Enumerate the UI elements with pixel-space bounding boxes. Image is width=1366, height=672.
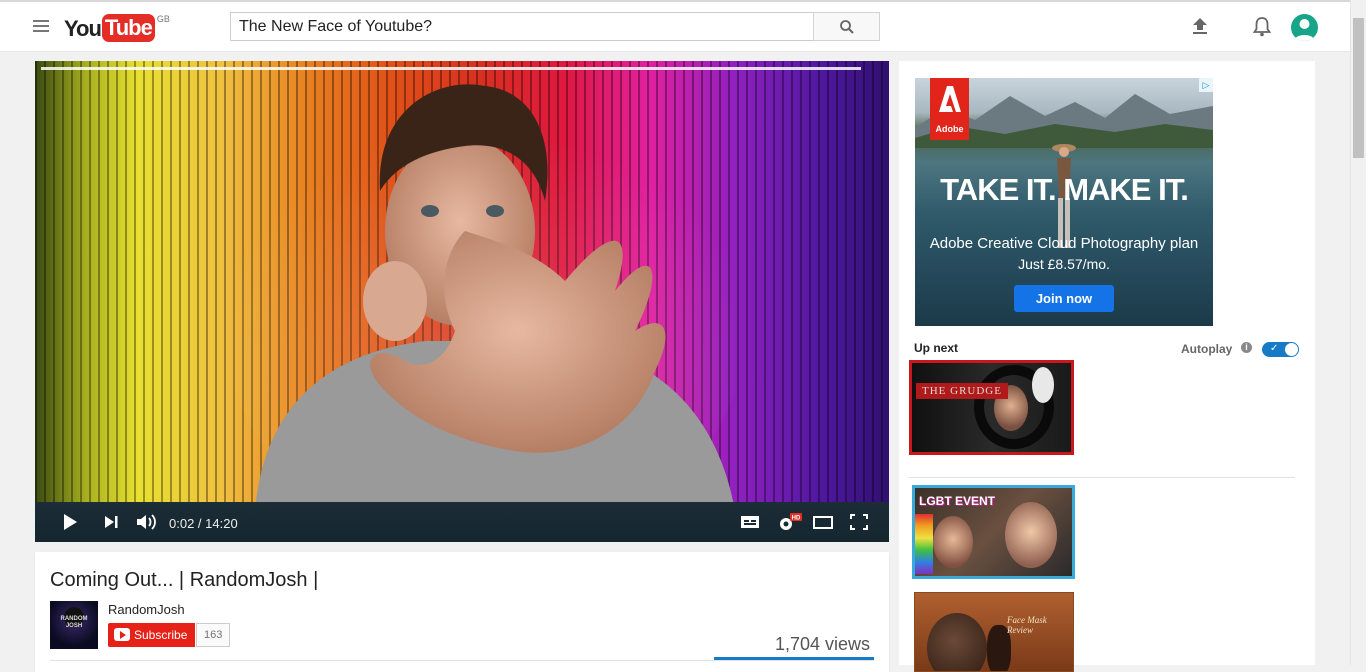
- autoplay-toggle[interactable]: ✓: [1262, 342, 1299, 357]
- video-person-image: [235, 84, 735, 511]
- search-button[interactable]: [813, 12, 880, 41]
- join-now-button[interactable]: Join now: [1014, 285, 1114, 312]
- youtube-mini-icon: [114, 628, 130, 641]
- theater-icon[interactable]: [812, 513, 834, 531]
- menu-icon[interactable]: [33, 20, 49, 32]
- player-controls: [35, 502, 889, 542]
- avatar-person-icon: [1294, 19, 1315, 41]
- adchoices-icon[interactable]: ▷: [1199, 78, 1213, 92]
- related-thumbnail[interactable]: Face Mask Review: [914, 592, 1074, 672]
- avatar[interactable]: [1291, 14, 1318, 41]
- channel-avatar-text: RANDOM JOSH: [60, 616, 88, 629]
- volume-icon[interactable]: [136, 513, 158, 531]
- info-divider: [50, 660, 874, 661]
- logo-you-text: You: [64, 16, 102, 41]
- next-icon[interactable]: [103, 513, 119, 531]
- scrollbar-thumb[interactable]: [1353, 18, 1364, 158]
- bell-icon[interactable]: [1252, 16, 1272, 38]
- autoplay-label: Autoplay: [1181, 342, 1233, 356]
- video-info-card: Coming Out... | RandomJosh | RANDOM JOSH…: [35, 552, 889, 672]
- upload-icon[interactable]: [1190, 16, 1210, 36]
- check-icon: ✓: [1270, 343, 1279, 354]
- captions-icon[interactable]: [740, 513, 760, 531]
- toggle-knob: [1285, 343, 1298, 356]
- adobe-brand-label: Adobe: [935, 124, 964, 134]
- thumbnail-tag: Face Mask Review: [1007, 615, 1047, 635]
- channel-name[interactable]: RandomJosh: [108, 602, 185, 617]
- ad-price: Just £8.57/mo.: [1018, 256, 1110, 272]
- ad-headline: TAKE IT. MAKE IT.: [940, 172, 1189, 207]
- ad-subline: Adobe Creative Cloud Photography plan: [929, 235, 1199, 252]
- subscribe-label: Subscribe: [134, 628, 188, 642]
- youtube-logo[interactable]: You Tube GB: [64, 14, 170, 44]
- sidebar: Adobe ▷ TAKE IT. MAKE IT. Adobe Creative…: [899, 61, 1315, 672]
- sidebar-divider: [909, 477, 1295, 478]
- logo-tube-text: Tube: [101, 14, 155, 42]
- related-thumbnail[interactable]: LGBT EVENT: [912, 485, 1075, 579]
- time-display: 0:02 / 14:20: [169, 516, 238, 531]
- page-scrollbar[interactable]: [1350, 0, 1366, 665]
- top-bar: You Tube GB: [0, 0, 1350, 52]
- region-label: GB: [156, 14, 170, 24]
- up-next-label: Up next: [914, 341, 959, 355]
- info-icon[interactable]: i: [1241, 342, 1252, 353]
- adobe-logo: Adobe: [930, 78, 969, 140]
- up-next-thumbnail[interactable]: THE GRUDGE: [909, 360, 1074, 455]
- channel-avatar[interactable]: RANDOM JOSH: [50, 601, 98, 649]
- view-count: 1,704 views: [775, 634, 871, 654]
- video-frame[interactable]: [35, 61, 889, 511]
- video-title: Coming Out... | RandomJosh |: [50, 569, 319, 591]
- play-icon[interactable]: [62, 513, 78, 531]
- search-icon: [840, 20, 854, 34]
- loading-bar: [41, 67, 861, 70]
- search-input[interactable]: [230, 12, 814, 41]
- hd-badge: HD: [792, 516, 801, 522]
- fullscreen-icon[interactable]: [849, 513, 869, 531]
- subscriber-count: 163: [196, 623, 231, 647]
- video-player[interactable]: 0:02 / 14:20 HD: [35, 61, 889, 542]
- thumbnail-tag: LGBT EVENT: [919, 494, 996, 508]
- ad-banner[interactable]: Adobe ▷ TAKE IT. MAKE IT. Adobe Creative…: [915, 78, 1213, 326]
- thumbnail-tag: THE GRUDGE: [916, 383, 1008, 399]
- settings-icon[interactable]: HD: [777, 513, 803, 533]
- subscribe-button[interactable]: Subscribe: [108, 623, 196, 647]
